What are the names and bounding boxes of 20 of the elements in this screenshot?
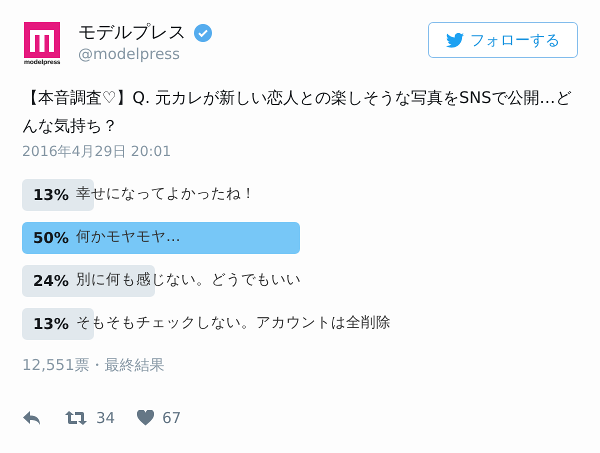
poll-option-label: 幸せになってよかったね！ — [76, 185, 256, 204]
tweet-text: 【本音調査♡】Q. 元カレが新しい恋人との楽しそうな写真をSNSで公開…どんな気持ち？ — [22, 87, 572, 137]
poll-option-label: そもそもチェックしない。アカウントは全削除 — [76, 314, 391, 334]
account-handle[interactable]: @modelpress — [78, 44, 212, 64]
retweet-count: 34 — [96, 408, 116, 428]
tweet-date[interactable]: 2016年4月29日 20:01 — [22, 142, 578, 163]
poll-percent: 13% — [32, 314, 70, 335]
follow-button[interactable]: フォローする — [428, 22, 578, 58]
bird-icon — [446, 32, 464, 48]
reply-icon[interactable] — [22, 410, 42, 426]
poll-option-label: 別に何も感じない。どうでもいい — [76, 271, 301, 290]
heart-icon[interactable] — [137, 410, 154, 426]
poll-option-label: 何かモヤモヤ… — [76, 228, 180, 248]
poll-summary: 12,551票・最終結果 — [22, 355, 166, 376]
like-count: 67 — [162, 408, 182, 428]
poll-percent: 50% — [32, 228, 70, 249]
poll-percent: 13% — [32, 184, 70, 206]
poll-percent: 24% — [32, 270, 70, 292]
account-name[interactable]: モデルプレス — [78, 22, 186, 44]
retweet-icon[interactable] — [64, 410, 88, 426]
